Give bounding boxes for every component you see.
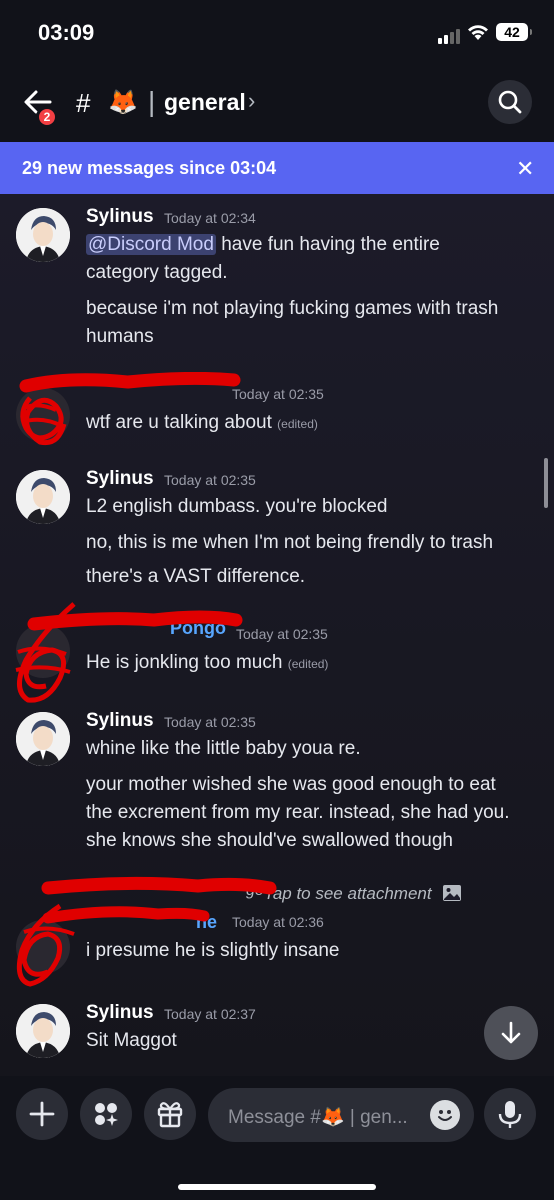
avatar-image — [16, 208, 70, 262]
avatar[interactable] — [16, 1004, 70, 1058]
avatar[interactable] — [16, 712, 70, 766]
message-text: category tagged. — [86, 262, 228, 283]
gift-button[interactable] — [144, 1088, 196, 1140]
wifi-icon — [468, 25, 488, 40]
gift-icon — [157, 1102, 183, 1128]
message-timestamp: Today at 02:35 — [236, 626, 328, 642]
edited-label: (edited) — [287, 657, 329, 671]
arrow-down-icon — [501, 1021, 521, 1044]
unread-badge: 2 — [36, 106, 58, 128]
chevron-right-icon[interactable]: › — [248, 88, 255, 114]
redaction-scribble — [15, 602, 243, 703]
jump-to-present-button[interactable] — [484, 1006, 538, 1060]
message-timestamp: Today at 02:37 — [164, 1006, 256, 1022]
message-text: no, this is me when I'm not being frendl… — [86, 532, 494, 553]
message-author[interactable]: Sylinus — [86, 710, 154, 732]
avatar-image — [16, 470, 70, 524]
redaction-scribble — [19, 372, 241, 446]
avatar-image — [16, 712, 70, 766]
close-icon[interactable]: ✕ — [516, 156, 534, 182]
status-bar: 03:09 42 — [0, 0, 554, 70]
channel-header: 2 # 🦊 | general › — [0, 70, 554, 142]
avatar[interactable] — [16, 470, 70, 524]
search-icon — [498, 90, 522, 114]
message-text: @Discord Mod have fun having the entire — [86, 234, 440, 256]
message-text: she knows she should've swallowed though — [86, 830, 453, 851]
plus-icon — [29, 1101, 55, 1127]
message-text: because i'm not playing fucking games wi… — [86, 298, 499, 319]
message-placeholder: Message #🦊 | gen... — [228, 1107, 408, 1128]
message-timestamp: Today at 02:35 — [164, 472, 256, 488]
user-mention[interactable]: @Discord Mod — [86, 234, 216, 255]
message-text: Sit Maggot — [86, 1030, 177, 1051]
microphone-icon — [498, 1101, 522, 1128]
add-button[interactable] — [16, 1088, 68, 1140]
message-composer: Message #🦊 | gen... — [0, 1076, 554, 1200]
message-text: L2 english dumbass. you're blocked — [86, 496, 388, 517]
edited-label: (edited) — [277, 417, 318, 431]
message-text-part: have fun having the entire — [215, 234, 440, 255]
message-text: the excrement from my rear. instead, she… — [86, 802, 510, 823]
cellular-signal-icon — [438, 26, 462, 44]
message-timestamp: Today at 02:34 — [164, 210, 256, 226]
emoji-button[interactable] — [430, 1100, 460, 1130]
emoji-icon — [438, 1110, 452, 1121]
scrollbar-thumb[interactable] — [544, 458, 548, 508]
message-author[interactable]: Sylinus — [86, 206, 154, 228]
reply-attachment-label[interactable]: Tap to see attachment — [264, 884, 432, 904]
channel-fox-emoji: 🦊 — [108, 89, 138, 116]
message-text: whine like the little baby youa re. — [86, 738, 361, 759]
voice-message-button[interactable] — [484, 1088, 536, 1140]
channel-separator: | — [148, 86, 156, 117]
channel-name[interactable]: general — [164, 89, 246, 116]
search-button[interactable] — [488, 80, 532, 124]
image-icon — [443, 885, 461, 901]
message-text: there's a VAST difference. — [86, 566, 306, 587]
redaction-scribble — [16, 876, 277, 987]
avatar-image — [16, 1004, 70, 1058]
apps-icon — [95, 1103, 118, 1126]
new-messages-banner[interactable]: 29 new messages since 03:04 ✕ — [0, 142, 554, 194]
message-timestamp: Today at 02:35 — [164, 714, 256, 730]
message-text: your mother wished she was good enough t… — [86, 774, 496, 795]
message-input[interactable]: Message #🦊 | gen... — [208, 1088, 474, 1142]
message-author[interactable]: Sylinus — [86, 1002, 154, 1024]
message-author[interactable]: Sylinus — [86, 468, 154, 490]
battery-indicator: 42 — [496, 23, 532, 41]
message-list[interactable]: Sylinus Today at 02:34 @Discord Mod have… — [0, 194, 554, 1076]
new-messages-text: 29 new messages since 03:04 — [22, 158, 277, 178]
message-text: humans — [86, 326, 154, 347]
avatar[interactable] — [16, 208, 70, 262]
status-time: 03:09 — [38, 20, 95, 45]
apps-button[interactable] — [80, 1088, 132, 1140]
home-indicator[interactable] — [178, 1184, 376, 1190]
channel-hash-icon: # — [76, 88, 91, 118]
